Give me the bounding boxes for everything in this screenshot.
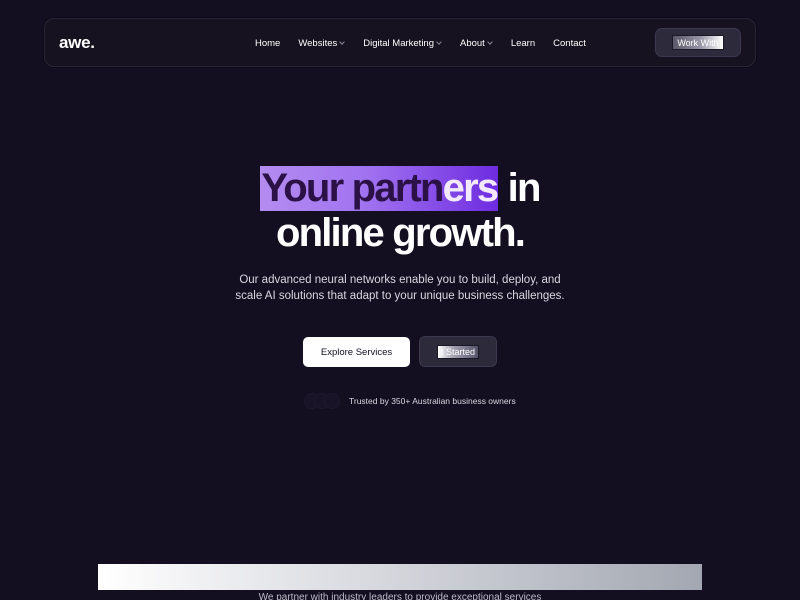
hero-title-highlight-part: Your partn bbox=[261, 166, 444, 210]
nav-link-contact[interactable]: Contact bbox=[553, 38, 586, 49]
chevron-down-icon bbox=[436, 38, 442, 45]
nav-link-websites[interactable]: Websites bbox=[298, 38, 346, 49]
trusted-text: Trusted by 350+ Australian business owne… bbox=[349, 396, 516, 406]
hero-title-highlight: Your partners bbox=[260, 166, 499, 211]
explore-services-button[interactable]: Explore Services bbox=[303, 337, 410, 367]
hero-title-line2: online growth. bbox=[275, 211, 526, 255]
explore-services-label: Explore Services bbox=[320, 346, 393, 358]
hero-description: Our advanced neural networks enable you … bbox=[235, 274, 565, 302]
avatar bbox=[324, 393, 340, 409]
nav-link-learn[interactable]: Learn bbox=[511, 38, 535, 49]
logo[interactable]: awe. bbox=[59, 33, 95, 53]
chevron-down-icon bbox=[339, 38, 346, 45]
get-started-button[interactable]: t Started bbox=[419, 336, 497, 367]
avatar-group bbox=[304, 393, 340, 409]
nav-link-home[interactable]: Home bbox=[255, 38, 280, 49]
nav-link-label: Digital Marketing bbox=[363, 38, 434, 49]
nav-link-about[interactable]: About bbox=[460, 38, 493, 49]
work-with-us-label: Work With bbox=[672, 35, 724, 50]
partner-logo-strip bbox=[98, 564, 702, 590]
hero-title-highlight-end: ers bbox=[442, 166, 499, 210]
nav-link-digital-marketing[interactable]: Digital Marketing bbox=[363, 38, 442, 49]
nav-link-label: Learn bbox=[510, 38, 536, 49]
nav-link-label: About bbox=[460, 38, 485, 49]
page: awe. Home Websites Digital Marketing Abo… bbox=[0, 0, 800, 600]
nav-link-label: Contact bbox=[553, 38, 586, 49]
partner-text: We partner with industry leaders to prov… bbox=[258, 592, 542, 600]
nav-link-label: Home bbox=[255, 38, 281, 49]
navbar: awe. Home Websites Digital Marketing Abo… bbox=[44, 18, 756, 67]
nav-links: Home Websites Digital Marketing About Le… bbox=[255, 38, 586, 49]
chevron-down-icon bbox=[486, 38, 493, 45]
get-started-label: t Started bbox=[436, 344, 480, 359]
work-with-us-button[interactable]: Work With bbox=[655, 28, 741, 57]
nav-link-label: Websites bbox=[298, 38, 338, 49]
hero-title: Your partners in online growth. bbox=[0, 166, 800, 256]
hero-title-line1-rest: in bbox=[498, 166, 542, 210]
